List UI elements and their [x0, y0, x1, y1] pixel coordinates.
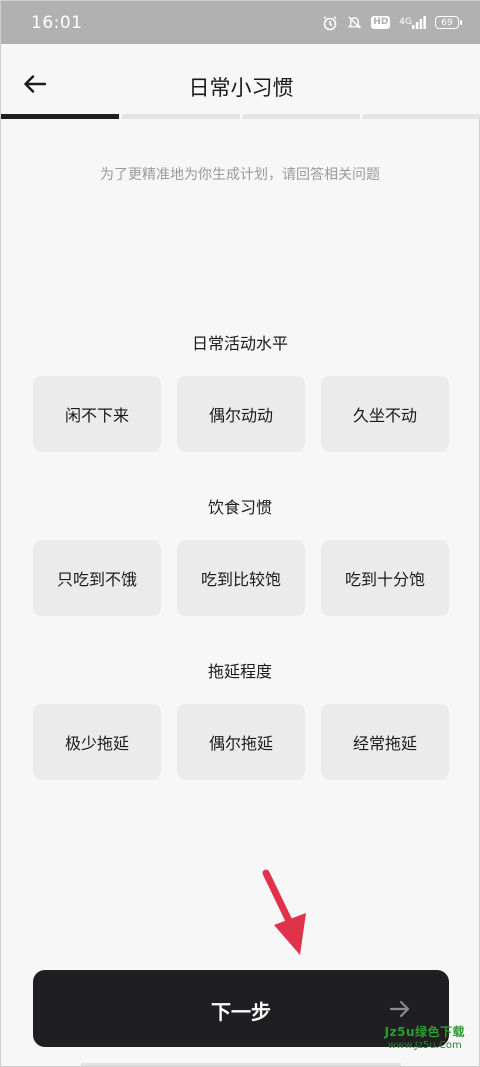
section-title-diet-habit: 饮食习惯	[207, 498, 272, 517]
step-progress-bar	[1, 114, 480, 119]
hd-badge: HD	[371, 16, 391, 29]
mute-bell-icon	[347, 15, 362, 30]
app-frame: 16:01 HD 4G 69 日常小习惯 为了更精准地为你生成计划，请回答相关问…	[0, 0, 480, 1067]
watermark-title: Jz5u绿色下载	[384, 1025, 465, 1039]
network-label: 4G	[399, 17, 412, 27]
progress-step-2	[121, 114, 240, 119]
alarm-icon	[322, 15, 338, 31]
page-title: 日常小习惯	[188, 76, 294, 100]
site-watermark: Jz5u绿色下载 www.Jz5u.Com	[385, 1025, 465, 1053]
arrow-right-icon	[389, 1000, 410, 1018]
signal-icon: 4G	[399, 16, 426, 29]
section-title-procrastination: 拖延程度	[207, 662, 272, 681]
option-button[interactable]: 经常拖延	[321, 704, 449, 780]
option-button[interactable]: 极少拖延	[33, 704, 161, 780]
option-button[interactable]: 偶尔拖延	[177, 704, 305, 780]
option-group-activity-level: 闲不下来 偶尔动动 久坐不动	[33, 376, 449, 452]
option-button[interactable]: 吃到比较饱	[177, 540, 305, 616]
home-indicator	[81, 1063, 401, 1066]
section-title-activity-level: 日常活动水平	[191, 334, 288, 353]
option-button[interactable]: 久坐不动	[321, 376, 449, 452]
option-button[interactable]: 偶尔动动	[177, 376, 305, 452]
progress-step-1	[1, 114, 119, 119]
option-button[interactable]: 只吃到不饿	[33, 540, 161, 616]
progress-step-4	[363, 114, 480, 119]
status-bar: 16:01 HD 4G 69	[1, 1, 480, 44]
next-step-label: 下一步	[211, 1000, 271, 1024]
progress-step-3	[242, 114, 361, 119]
watermark-url: www.Jz5u.Com	[387, 1040, 462, 1051]
instructions-text: 为了更精准地为你生成计划，请回答相关问题	[100, 167, 380, 183]
status-icons: HD 4G 69	[322, 15, 462, 31]
option-button[interactable]: 闲不下来	[33, 376, 161, 452]
pointer-arrow-icon	[262, 869, 306, 955]
option-group-procrastination: 极少拖延 偶尔拖延 经常拖延	[33, 704, 449, 780]
battery-icon: 69	[435, 16, 462, 29]
header: 日常小习惯	[1, 44, 480, 116]
status-time: 16:01	[31, 12, 83, 33]
option-group-diet-habit: 只吃到不饿 吃到比较饱 吃到十分饱	[33, 540, 449, 616]
option-button[interactable]: 吃到十分饱	[321, 540, 449, 616]
